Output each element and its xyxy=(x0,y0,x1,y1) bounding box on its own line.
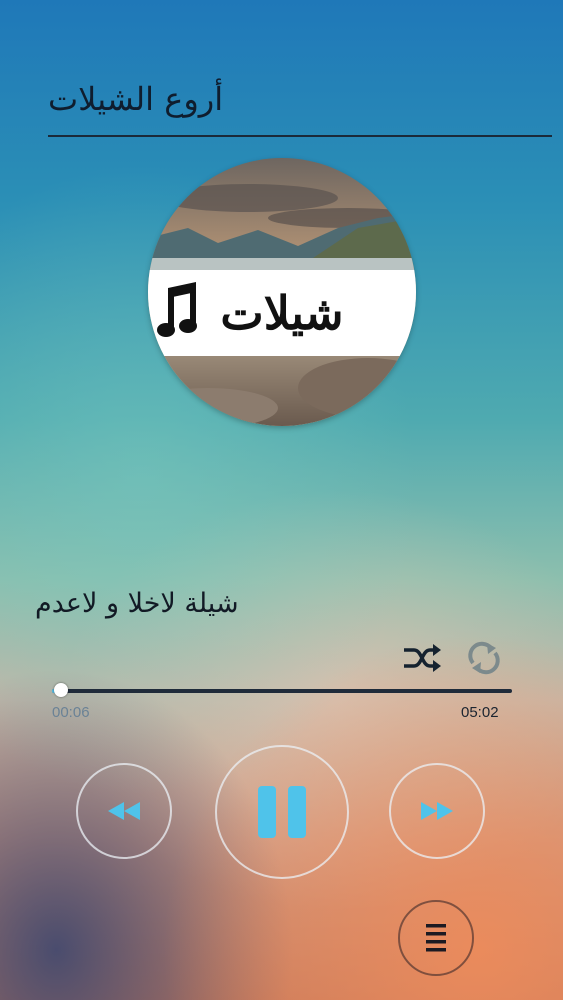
rewind-button[interactable] xyxy=(76,763,172,859)
playlist-menu-button[interactable] xyxy=(398,900,474,976)
pause-icon xyxy=(258,786,306,838)
repeat-button[interactable] xyxy=(464,641,504,675)
menu-icon xyxy=(426,924,446,952)
shuffle-button[interactable] xyxy=(402,641,442,675)
fast-forward-button[interactable] xyxy=(389,763,485,859)
elapsed-time: 00:06 xyxy=(52,704,90,721)
shuffle-icon xyxy=(404,644,441,672)
title-divider xyxy=(48,135,552,137)
seek-thumb[interactable] xyxy=(54,683,69,697)
pause-button[interactable] xyxy=(215,745,349,879)
album-art: شيلات xyxy=(148,158,416,426)
fast-forward-icon xyxy=(421,802,453,820)
rewind-icon xyxy=(108,802,140,820)
page-title: أروع الشيلات xyxy=(48,80,224,118)
total-time: 05:02 xyxy=(461,704,499,721)
track-title: شيلة لاخلا و لاعدم xyxy=(35,588,239,619)
seek-bar[interactable] xyxy=(52,683,512,697)
repeat-icon xyxy=(468,641,500,675)
album-label: شيلات xyxy=(220,286,344,340)
